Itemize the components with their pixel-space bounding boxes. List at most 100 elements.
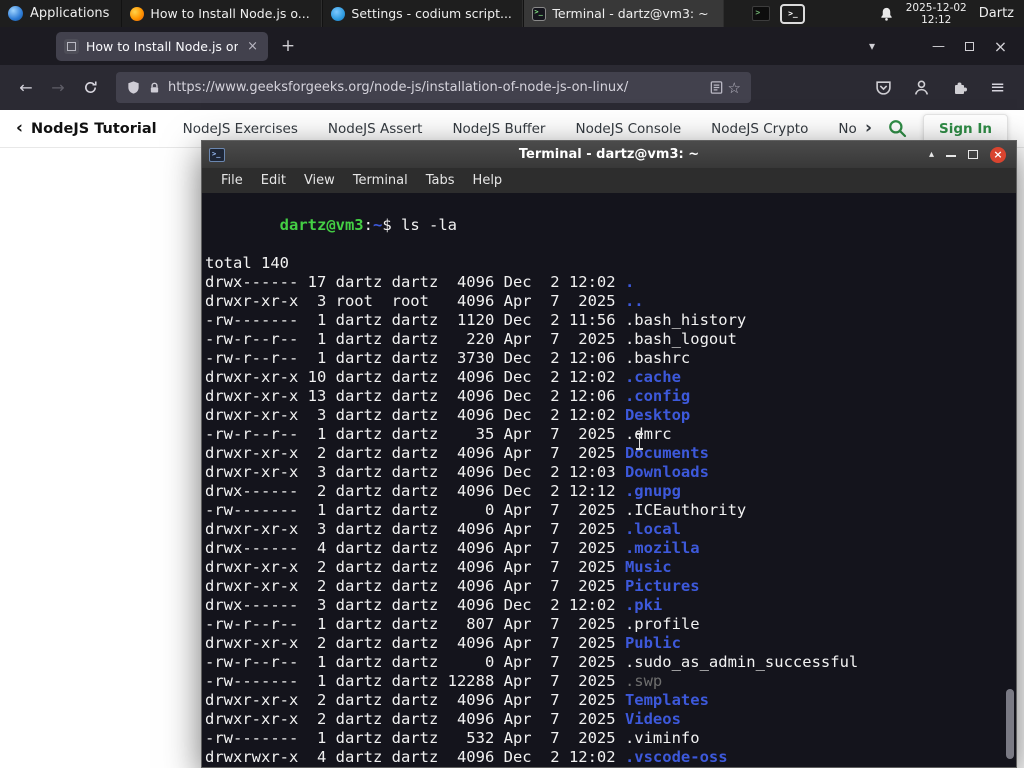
prompt-user-host: dartz@vm3 (279, 216, 364, 234)
file-name: .profile (624, 615, 700, 633)
panel-right-cluster: 2025-12-02 12:12 Dartz (879, 0, 1024, 27)
terminal-tray-icon[interactable]: >_ (780, 3, 806, 24)
terminal-icon (532, 6, 547, 21)
menu-tabs[interactable]: Tabs (417, 173, 464, 188)
terminal-line: drwxr-xr-x 13 dartz dartz 4096 Dec 2 12:… (205, 387, 691, 405)
terminal-window-controls: ▴ × (929, 146, 1009, 163)
sign-in-button[interactable]: Sign In (923, 113, 1008, 144)
hamburger-menu-icon[interactable]: ≡ (981, 73, 1014, 103)
terminal-line: drwxr-xr-x 2 dartz dartz 4096 Apr 7 2025… (205, 710, 681, 728)
clock-date: 2025-12-02 (905, 1, 967, 14)
terminal-titlebar[interactable]: Terminal - dartz@vm3: ~ ▴ × (202, 141, 1016, 168)
file-name: .sudo_as_admin_successful (624, 653, 859, 671)
nav-items: NodeJS Exercises NodeJS Assert NodeJS Bu… (183, 121, 857, 137)
shade-button[interactable]: ▴ (929, 149, 934, 160)
search-icon[interactable] (888, 119, 907, 138)
file-name: .viminfo (624, 729, 700, 747)
prompt-dollar: $ (382, 216, 402, 234)
top-panel: Applications How to Install Node.js o...… (0, 0, 1024, 27)
navigation-toolbar: ← → https://www.geeksforgeeks.org/node-j… (0, 65, 1024, 110)
terminal-menubar: File Edit View Terminal Tabs Help (202, 168, 1016, 193)
codium-icon (331, 6, 346, 21)
taskbar-title: Terminal - dartz@vm3: ~ (552, 6, 709, 21)
terminal-line: -rw-r--r-- 1 dartz dartz 220 Apr 7 2025 … (205, 330, 737, 348)
terminal-total-line: total 140 (205, 254, 289, 272)
close-button[interactable]: × (990, 146, 1006, 163)
terminal-line: drwxr-xr-x 2 dartz dartz 4096 Apr 7 2025… (205, 691, 709, 709)
dir-name: .gnupg (624, 482, 681, 500)
back-button[interactable]: ← (10, 73, 42, 103)
restore-button[interactable] (954, 32, 985, 60)
taskbar-window-codium[interactable]: Settings - codium script... (322, 0, 524, 27)
file-name: .bash_logout (624, 330, 737, 348)
notification-bell-icon[interactable] (879, 6, 894, 22)
terminal-line: -rw------- 1 dartz dartz 0 Apr 7 2025 .I… (205, 501, 747, 519)
url-bar[interactable]: https://www.geeksforgeeks.org/node-js/in… (116, 72, 751, 103)
toolbar-right-icons: ≡ (867, 73, 1014, 103)
panel-username: Dartz (978, 6, 1014, 21)
close-button[interactable]: × (985, 32, 1016, 60)
file-name: .bash_history (624, 311, 747, 329)
file-name: .bashrc (624, 349, 691, 367)
taskbar-window-firefox[interactable]: How to Install Node.js o... (121, 0, 323, 27)
nav-item-exercises[interactable]: NodeJS Exercises (183, 121, 298, 137)
new-tab-button[interactable]: + (274, 32, 302, 60)
pocket-icon[interactable] (867, 73, 900, 103)
nav-back-label: NodeJS Tutorial (31, 120, 157, 137)
terminal-line: -rw------- 1 dartz dartz 1120 Dec 2 11:5… (205, 311, 747, 329)
minimize-button[interactable]: — (923, 32, 954, 60)
terminal-line: drwx------ 3 dartz dartz 4096 Dec 2 12:0… (205, 596, 663, 614)
terminal-prompt-line: dartz@vm3:~$ ls -la (205, 197, 1004, 254)
taskbar-window-terminal[interactable]: Terminal - dartz@vm3: ~ (523, 0, 725, 27)
dir-name: .local (624, 520, 681, 538)
nav-item-assert[interactable]: NodeJS Assert (328, 121, 423, 137)
dir-name: Desktop (624, 406, 691, 424)
nav-right-cluster: › Sign In (865, 113, 1014, 144)
terminal-tray-icon-small[interactable] (752, 6, 771, 21)
tracking-shield-icon[interactable] (126, 80, 141, 95)
firefox-icon (130, 6, 145, 21)
taskbar-title: How to Install Node.js o... (150, 6, 310, 21)
dir-name: Templates (624, 691, 709, 709)
reload-button[interactable] (74, 73, 106, 103)
reader-view-icon[interactable] (709, 80, 724, 95)
nav-item-buffer[interactable]: NodeJS Buffer (452, 121, 545, 137)
terminal-line: -rw-r--r-- 1 dartz dartz 807 Apr 7 2025 … (205, 615, 700, 633)
terminal-line: drwxr-xr-x 10 dartz dartz 4096 Dec 2 12:… (205, 368, 681, 386)
terminal-line: drwxr-xr-x 2 dartz dartz 4096 Apr 7 2025… (205, 577, 700, 595)
bookmark-star-icon[interactable]: ☆ (728, 79, 741, 97)
menu-file[interactable]: File (212, 173, 252, 188)
dir-name: .. (624, 292, 644, 310)
nav-item-console[interactable]: NodeJS Console (576, 121, 682, 137)
terminal-scrollbar-thumb[interactable] (1006, 689, 1014, 759)
menu-view[interactable]: View (295, 173, 344, 188)
applications-label: Applications (30, 6, 110, 21)
dir-name: Pictures (624, 577, 700, 595)
menu-edit[interactable]: Edit (252, 173, 295, 188)
applications-menu[interactable]: Applications (0, 0, 121, 27)
nav-back-link[interactable]: ‹ NodeJS Tutorial (16, 120, 157, 137)
panel-clock[interactable]: 2025-12-02 12:12 (906, 2, 967, 26)
terminal-body[interactable]: dartz@vm3:~$ ls -la total 140 drwx------… (202, 193, 1016, 767)
mouse-ibeam-cursor (635, 433, 644, 450)
minimize-button[interactable] (946, 154, 956, 157)
chevron-right-icon[interactable]: › (865, 120, 872, 137)
dir-name: . (624, 273, 635, 291)
menu-help[interactable]: Help (464, 173, 512, 188)
dir-name: .cache (624, 368, 681, 386)
nav-item-crypto[interactable]: NodeJS Crypto (711, 121, 808, 137)
terminal-line: drwx------ 4 dartz dartz 4096 Apr 7 2025… (205, 539, 700, 557)
tab-close-icon[interactable]: × (245, 39, 260, 54)
lock-icon[interactable] (148, 81, 161, 95)
tab-favicon (64, 38, 79, 54)
menu-terminal[interactable]: Terminal (344, 173, 417, 188)
browser-tab-active[interactable]: How to Install Node.js on... × (56, 31, 268, 61)
forward-button[interactable]: → (42, 73, 74, 103)
nav-item-dns[interactable]: NodeJS DNS (838, 121, 857, 137)
list-all-tabs-icon[interactable]: ▾ (859, 39, 885, 53)
urlbar-right-icons: ☆ (709, 79, 741, 97)
extensions-puzzle-icon[interactable] (943, 73, 976, 103)
maximize-button[interactable] (968, 150, 978, 159)
applications-icon (8, 6, 23, 21)
account-icon[interactable] (905, 73, 938, 103)
